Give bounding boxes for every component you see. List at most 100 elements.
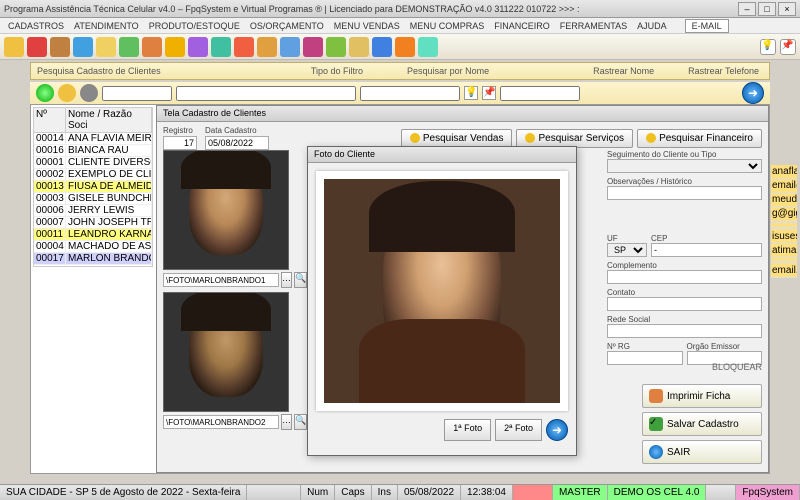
table-row[interactable]: 00002EXEMPLO DE CLIE: [34, 169, 152, 181]
tool-icon[interactable]: [234, 37, 254, 57]
sair-button[interactable]: SAIR: [642, 440, 762, 464]
close-button[interactable]: ×: [778, 2, 796, 16]
table-row[interactable]: 00013FIUSA DE ALMEID: [34, 181, 152, 193]
uf-select[interactable]: SP: [607, 243, 647, 257]
foto-dialog: Foto do Cliente 1ª Foto 2ª Foto ➜: [307, 146, 577, 456]
seguimento-label: Seguimento do Cliente ou Tipo: [607, 150, 762, 159]
status-num: Num: [301, 485, 335, 500]
browse-icon[interactable]: …: [281, 272, 292, 288]
table-row[interactable]: 00003GISELE BUNDCHE: [34, 193, 152, 205]
tool-icon[interactable]: [280, 37, 300, 57]
table-row[interactable]: 00014ANA FLAVIA MEIRE: [34, 133, 152, 145]
contato-input[interactable]: [607, 297, 762, 311]
tool-icon[interactable]: [349, 37, 369, 57]
table-row[interactable]: 00011LEANDRO KARNA: [34, 229, 152, 241]
tool-icon[interactable]: [165, 37, 185, 57]
filter-label: Tipo do Filtro: [311, 66, 363, 76]
tool-icon[interactable]: [257, 37, 277, 57]
list-item: isuses@moises.com.br: [771, 230, 797, 244]
tool-icon[interactable]: [142, 37, 162, 57]
tool-icon[interactable]: [119, 37, 139, 57]
table-row[interactable]: 00004MACHADO DE ASS: [34, 241, 152, 253]
foto-go-button[interactable]: ➜: [546, 419, 568, 441]
main-toolbar: 💡 📌: [0, 34, 800, 60]
menu-item[interactable]: FERRAMENTAS: [556, 21, 631, 31]
photo-1[interactable]: [163, 150, 289, 270]
table-row[interactable]: 00017MARLON BRANDO: [34, 253, 152, 265]
foto1-button[interactable]: 1ª Foto: [444, 419, 491, 441]
list-item: anaflavia@: [771, 165, 797, 179]
track-name-label: Rastrear Nome: [593, 66, 654, 76]
tool-icon[interactable]: [73, 37, 93, 57]
menu-item[interactable]: MENU COMPRAS: [406, 21, 489, 31]
zoom-icon[interactable]: 🔍: [294, 272, 307, 288]
maximize-button[interactable]: □: [758, 2, 776, 16]
cep-input[interactable]: [651, 243, 762, 257]
rg-label: Nº RG: [607, 342, 683, 351]
contato-label: Contato: [607, 288, 762, 297]
go-button[interactable]: ➜: [742, 82, 764, 104]
photo-2[interactable]: [163, 292, 289, 412]
menu-item[interactable]: MENU VENDAS: [330, 21, 404, 31]
photo2-path[interactable]: [163, 415, 279, 429]
salvar-button[interactable]: ✓Salvar Cadastro: [642, 412, 762, 436]
tool-icon[interactable]: [4, 37, 24, 57]
tool-icon[interactable]: [395, 37, 415, 57]
seguimento-select[interactable]: [607, 159, 762, 173]
track-phone-input[interactable]: [500, 86, 580, 101]
pin-icon[interactable]: 📌: [482, 86, 496, 100]
add-icon[interactable]: [36, 84, 54, 102]
tool-icon[interactable]: [80, 84, 98, 102]
rede-input[interactable]: [607, 324, 762, 338]
date-input[interactable]: [205, 136, 269, 150]
cadastro-window: Tela Cadastro de Clientes Registro Data …: [156, 105, 769, 473]
table-row[interactable]: 00016BIANCA RAU: [34, 145, 152, 157]
tool-icon[interactable]: [372, 37, 392, 57]
minimize-button[interactable]: –: [738, 2, 756, 16]
menu-item[interactable]: AJUDA: [633, 21, 671, 31]
track-name-input[interactable]: [360, 86, 460, 101]
pesquisar-servicos-button[interactable]: Pesquisar Serviços: [516, 129, 633, 148]
status-bar: SUA CIDADE - SP 5 de Agosto de 2022 - Se…: [0, 484, 800, 500]
menu-item[interactable]: FINANCEIRO: [490, 21, 554, 31]
pesquisar-financeiro-button[interactable]: Pesquisar Financeiro: [637, 129, 762, 148]
uf-label: UF: [607, 234, 647, 243]
menu-item[interactable]: CADASTROS: [4, 21, 68, 31]
foto2-button[interactable]: 2ª Foto: [495, 419, 542, 441]
zoom-icon[interactable]: 🔍: [294, 414, 307, 430]
table-row[interactable]: 00008MOISES DE ASSIS: [34, 265, 152, 267]
pin-icon[interactable]: 📌: [780, 39, 796, 55]
lightbulb-icon[interactable]: 💡: [760, 39, 776, 55]
tool-icon[interactable]: [418, 37, 438, 57]
browse-icon[interactable]: …: [281, 414, 292, 430]
email-button[interactable]: E-MAIL: [685, 19, 729, 33]
table-row[interactable]: 00001CLIENTE DIVERSO: [34, 157, 152, 169]
tool-icon[interactable]: [188, 37, 208, 57]
menubar: CADASTROS ATENDIMENTO PRODUTO/ESTOQUE OS…: [0, 18, 800, 34]
imprimir-button[interactable]: Imprimir Ficha: [642, 384, 762, 408]
list-item: meuda@fiusadealmeida.com.br: [771, 193, 797, 207]
obs-input[interactable]: [607, 186, 762, 200]
table-row[interactable]: 00006JERRY LEWIS: [34, 205, 152, 217]
menu-item[interactable]: OS/ORÇAMENTO: [246, 21, 328, 31]
edit-icon[interactable]: [58, 84, 76, 102]
filter-input[interactable]: [102, 86, 172, 101]
rg-input[interactable]: [607, 351, 683, 365]
menu-item[interactable]: ATENDIMENTO: [70, 21, 143, 31]
table-row[interactable]: 00007JOHN JOSEPH TR: [34, 217, 152, 229]
menu-item[interactable]: PRODUTO/ESTOQUE: [145, 21, 244, 31]
complemento-input[interactable]: [607, 270, 762, 284]
pesquisar-vendas-button[interactable]: Pesquisar Vendas: [401, 129, 513, 148]
tool-icon[interactable]: [27, 37, 47, 57]
tool-icon[interactable]: [326, 37, 346, 57]
tool-icon[interactable]: [50, 37, 70, 57]
lightbulb-icon[interactable]: 💡: [464, 86, 478, 100]
tool-icon[interactable]: [303, 37, 323, 57]
photo1-path[interactable]: [163, 273, 279, 287]
registro-input[interactable]: [163, 136, 197, 150]
name-search-input[interactable]: [176, 86, 356, 101]
exit-icon: [649, 445, 663, 459]
tool-icon[interactable]: [96, 37, 116, 57]
status-caps: Caps: [335, 485, 371, 500]
tool-icon[interactable]: [211, 37, 231, 57]
